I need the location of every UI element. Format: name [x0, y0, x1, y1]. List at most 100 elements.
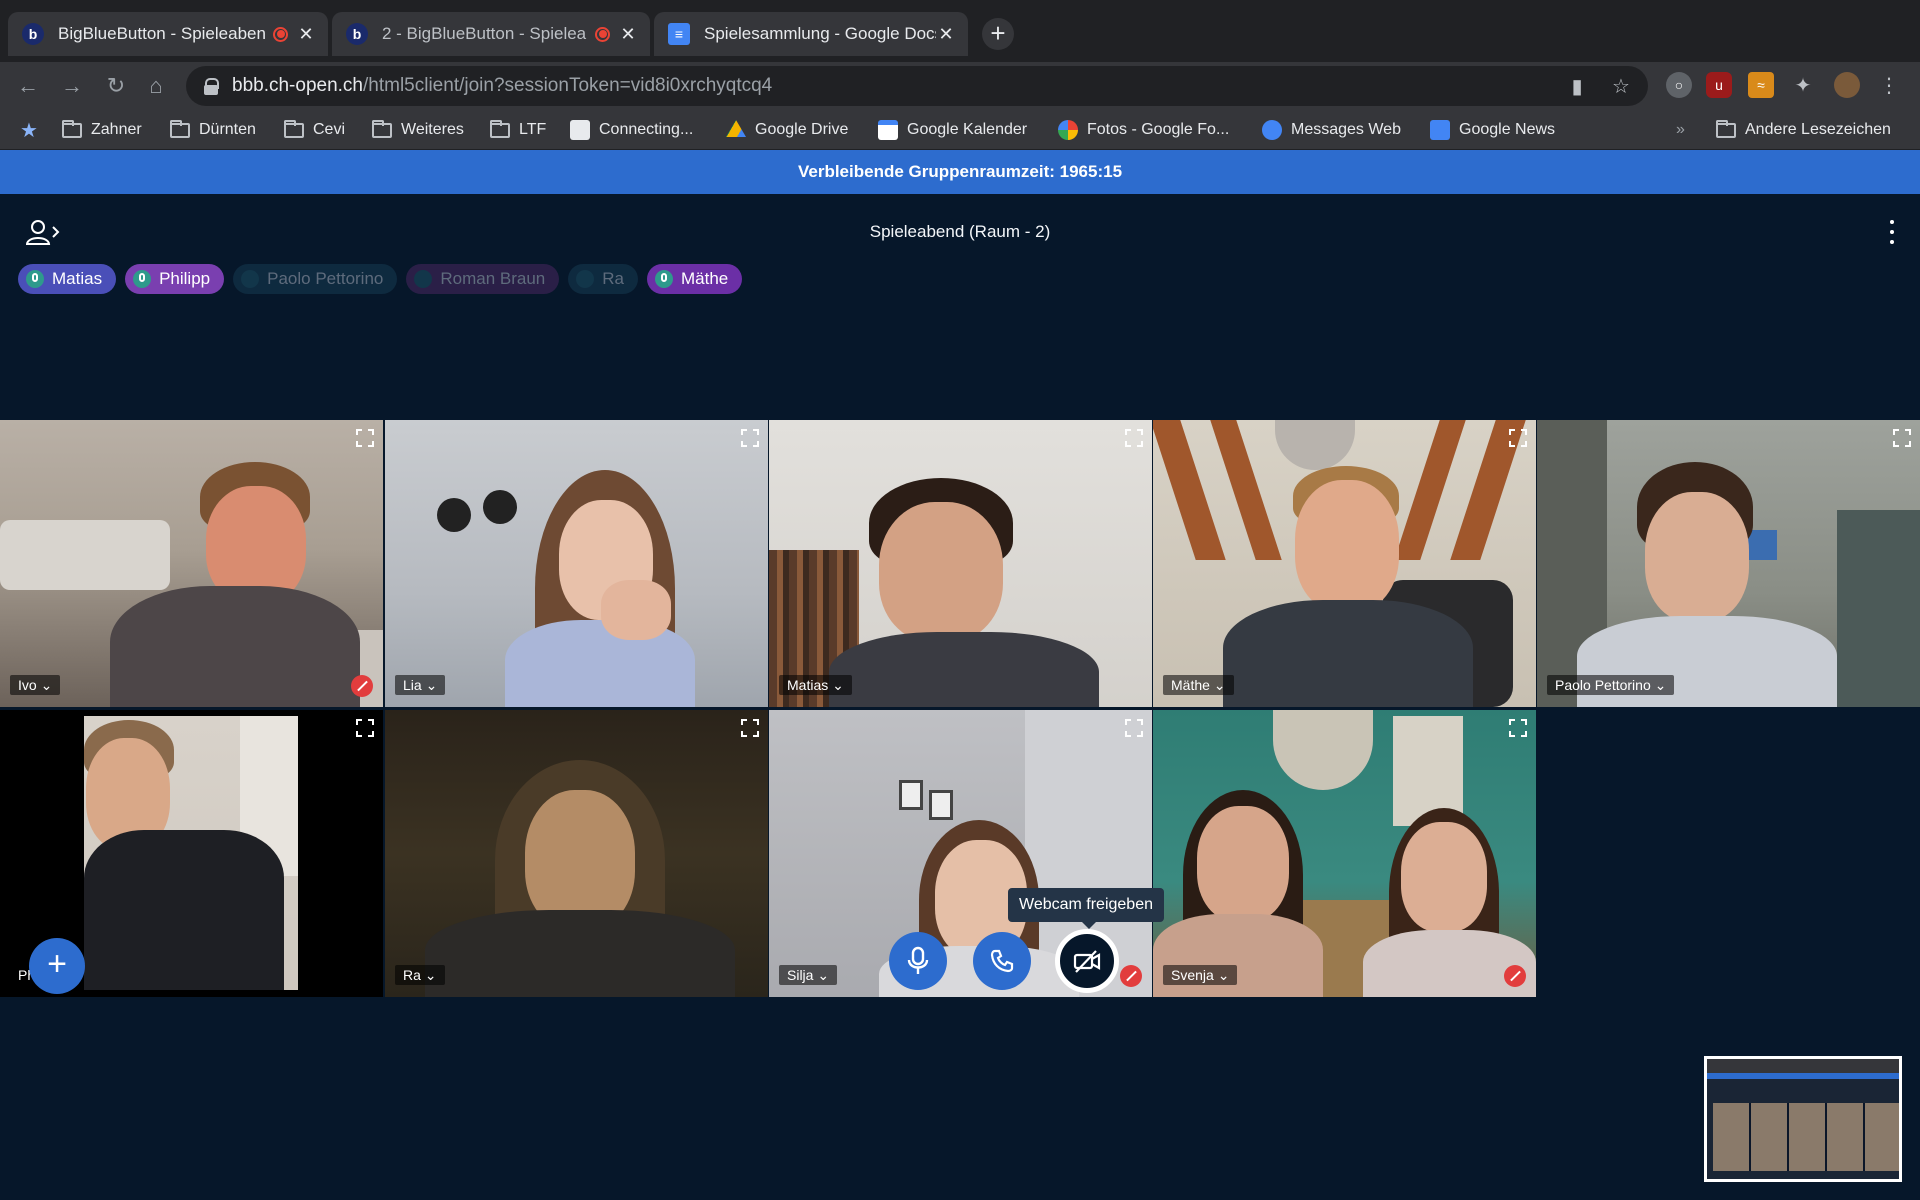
- talker-pill-paolo-pettorino[interactable]: Paolo Pettorino: [233, 264, 398, 294]
- fullscreen-icon[interactable]: [740, 428, 760, 448]
- bookmark-cevi[interactable]: Cevi: [284, 118, 345, 142]
- bookmark-duernten[interactable]: Dürnten: [170, 118, 256, 142]
- other-bookmarks[interactable]: Andere Lesezeichen: [1716, 118, 1891, 142]
- muted-microphone-icon: [1504, 965, 1526, 987]
- video-tile-lia[interactable]: Lia ⌄: [385, 420, 768, 707]
- fullscreen-icon[interactable]: [1508, 718, 1528, 738]
- fullscreen-icon[interactable]: [740, 718, 760, 738]
- bookmark-ltf[interactable]: LTF: [490, 118, 546, 142]
- talker-name: Matias: [52, 269, 103, 288]
- video-tile-ra[interactable]: Ra ⌄: [385, 710, 768, 997]
- address-bar[interactable]: bbb.ch-open.ch/html5client/join?sessionT…: [186, 66, 1648, 106]
- fullscreen-icon[interactable]: [1124, 718, 1144, 738]
- screen-share-thumbnail: [1704, 1056, 1902, 1182]
- participant-name[interactable]: Silja ⌄: [779, 965, 838, 985]
- fullscreen-icon[interactable]: [1124, 428, 1144, 448]
- webcam-image: [385, 710, 768, 997]
- microphone-icon: [414, 270, 433, 288]
- talker-pill-roman-braun[interactable]: Roman Braun: [406, 264, 560, 294]
- fullscreen-icon[interactable]: [1892, 428, 1912, 448]
- synology-icon: [570, 120, 590, 140]
- profile-avatar[interactable]: [1834, 72, 1860, 98]
- participant-name[interactable]: Lia ⌄: [395, 675, 446, 695]
- talker-pill-philipp[interactable]: Philipp: [125, 264, 225, 294]
- back-arrow-icon[interactable]: ←: [12, 70, 44, 102]
- close-icon[interactable]: ✕: [618, 24, 638, 45]
- video-tile-matias[interactable]: Matias ⌄: [769, 420, 1152, 707]
- talker-pill-maethe[interactable]: Mäthe: [647, 264, 743, 294]
- reload-icon[interactable]: ↻: [100, 70, 132, 102]
- tab-bigbluebutton[interactable]: b BigBlueButton - Spieleabend ✕: [8, 12, 328, 56]
- extensions-puzzle-icon[interactable]: ✦: [1790, 72, 1816, 98]
- video-tile-paolo-pettorino[interactable]: Paolo Pettorino ⌄: [1537, 420, 1920, 707]
- participant-name[interactable]: Ra ⌄: [395, 965, 445, 985]
- bookmark-weiteres[interactable]: Weiteres: [372, 118, 464, 142]
- extension-circle-icon[interactable]: ○: [1666, 72, 1692, 98]
- bookmark-zahner[interactable]: Zahner: [62, 118, 142, 142]
- options-menu-icon[interactable]: [1888, 220, 1896, 244]
- ublock-icon[interactable]: u: [1706, 72, 1732, 98]
- lock-icon: [204, 78, 219, 95]
- url-text: bbb.ch-open.ch/html5client/join?sessionT…: [232, 75, 772, 97]
- webcam-button[interactable]: [1055, 929, 1119, 993]
- recording-icon: [595, 26, 610, 42]
- browser-menu-icon[interactable]: ⋮: [1876, 72, 1902, 98]
- close-icon[interactable]: ✕: [296, 24, 316, 45]
- talker-pill-matias[interactable]: Matias: [18, 264, 117, 294]
- bookmark-label: Weiteres: [401, 121, 464, 138]
- tab-bigbluebutton-room-2[interactable]: b 2 - BigBlueButton - Spieleabend ✕: [332, 12, 650, 56]
- home-icon[interactable]: ⌂: [140, 70, 172, 102]
- fullscreen-icon[interactable]: [355, 428, 375, 448]
- talker-pill-ra[interactable]: Ra: [568, 264, 638, 294]
- bookmark-google-fotos[interactable]: Fotos - Google Fo...: [1058, 118, 1229, 142]
- leave-audio-button[interactable]: [973, 932, 1031, 990]
- tab-spielesammlung[interactable]: ≡ Spielesammlung - Google Docs ✕: [654, 12, 968, 56]
- browser-tab-strip: b BigBlueButton - Spieleabend ✕ b 2 - Bi…: [0, 0, 1920, 62]
- rss-icon[interactable]: ≈: [1748, 72, 1774, 98]
- bookmarks-overflow-button[interactable]: »: [1676, 118, 1685, 142]
- forward-arrow-icon[interactable]: →: [56, 70, 88, 102]
- google-drive-icon: [726, 120, 746, 137]
- webcam-image: [385, 420, 768, 707]
- bookmark-label: Google News: [1459, 121, 1556, 138]
- video-tile-svenja[interactable]: Svenja ⌄: [1153, 710, 1536, 997]
- folder-icon: [62, 119, 82, 138]
- video-tile-maethe[interactable]: Mäthe ⌄: [1153, 420, 1536, 707]
- bookmark-google-news[interactable]: Google News: [1430, 118, 1555, 142]
- close-icon[interactable]: ✕: [936, 24, 956, 45]
- participant-name[interactable]: Svenja ⌄: [1163, 965, 1238, 985]
- talker-name: Roman Braun: [440, 269, 546, 288]
- talker-name: Paolo Pettorino: [267, 269, 384, 288]
- participant-name[interactable]: Mäthe ⌄: [1163, 675, 1234, 695]
- bookmark-connecting[interactable]: Connecting...: [570, 118, 693, 142]
- participant-name[interactable]: Matias ⌄: [779, 675, 852, 695]
- microphone-icon: [576, 270, 595, 288]
- muted-microphone-icon: [351, 675, 373, 697]
- fullscreen-icon[interactable]: [355, 718, 375, 738]
- bookmark-label: Cevi: [313, 121, 346, 138]
- fullscreen-icon[interactable]: [1508, 428, 1528, 448]
- new-tab-button[interactable]: +: [982, 18, 1014, 50]
- actions-plus-button[interactable]: +: [29, 938, 85, 994]
- bookmark-label: Connecting...: [599, 121, 694, 138]
- bookmark-google-kalender[interactable]: Google Kalender: [878, 118, 1027, 142]
- video-tile-ivo[interactable]: Ivo ⌄: [0, 420, 383, 707]
- bookmark-label: Messages Web: [1291, 121, 1401, 138]
- camera-blocked-icon[interactable]: ▮: [1562, 72, 1592, 102]
- bookmark-label: Andere Lesezeichen: [1745, 121, 1891, 138]
- bookmark-messages-web[interactable]: Messages Web: [1262, 118, 1401, 142]
- participant-name[interactable]: Ivo ⌄: [10, 675, 61, 695]
- participant-name[interactable]: Paolo Pettorino ⌄: [1547, 675, 1675, 695]
- microphone-button[interactable]: [889, 932, 947, 990]
- video-grid: Ivo ⌄ Lia ⌄ Matias ⌄ Mäthe ⌄ Paolo Petto…: [0, 420, 1920, 1004]
- bigbluebutton-icon: b: [346, 23, 368, 45]
- folder-icon: [284, 119, 304, 138]
- folder-icon: [1716, 119, 1736, 138]
- webcam-image: [0, 420, 383, 707]
- microphone-icon: [26, 270, 44, 288]
- microphone-icon: [907, 946, 929, 974]
- bookmark-google-drive[interactable]: Google Drive: [726, 118, 848, 142]
- talker-name: Mäthe: [681, 269, 729, 288]
- bookmark-star-icon[interactable]: ☆: [1606, 72, 1636, 102]
- bookmark-label: Fotos - Google Fo...: [1087, 121, 1230, 138]
